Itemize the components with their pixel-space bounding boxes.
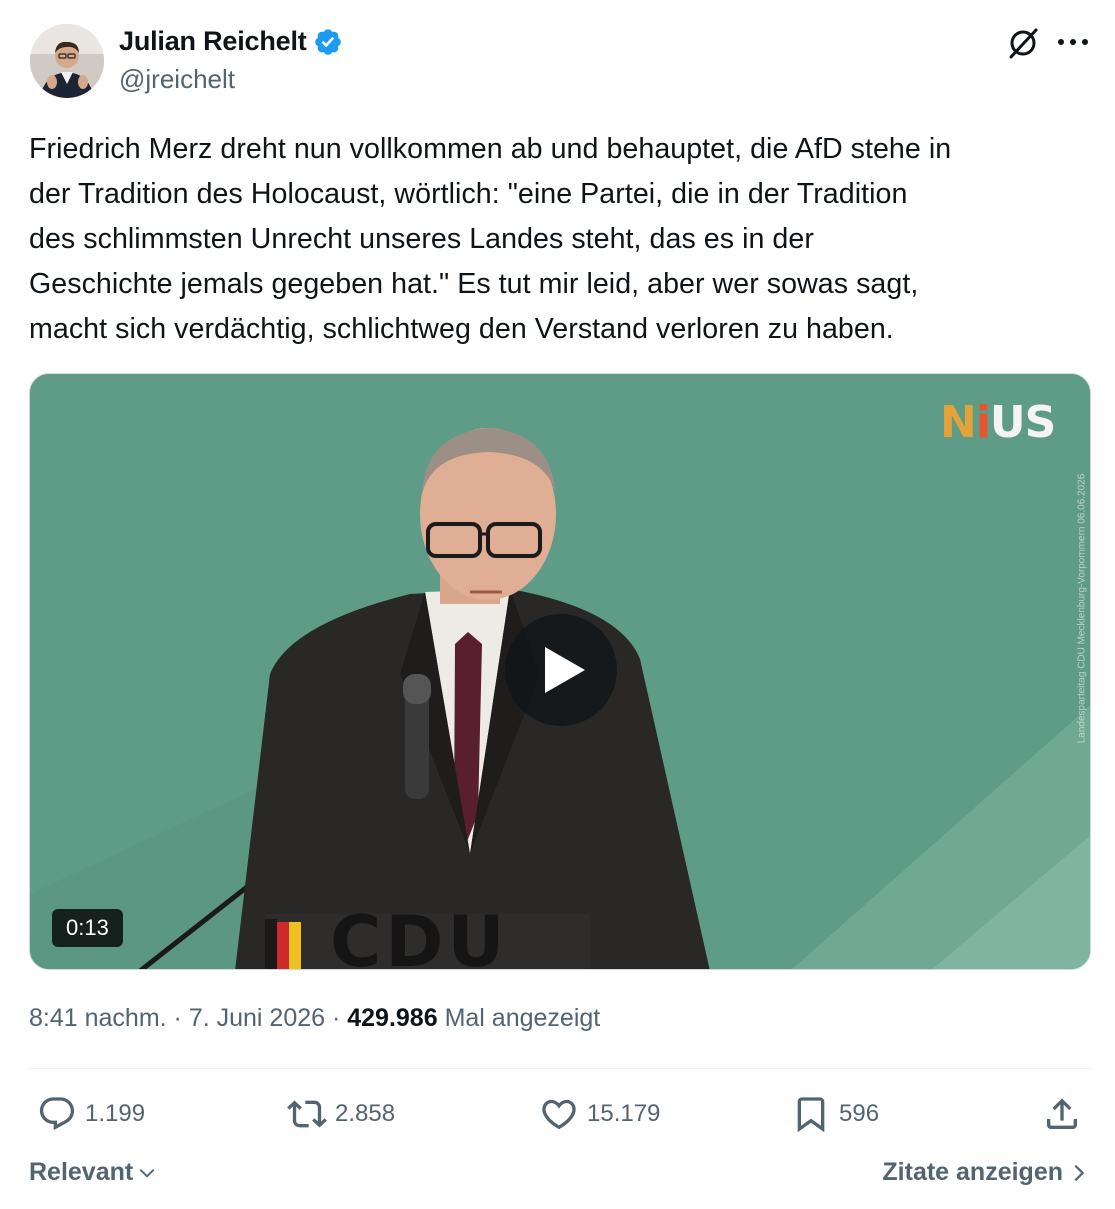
views-label: Mal angezeigt [444,1004,601,1032]
video-duration: 0:13 [52,909,123,947]
repost-count: 2.858 [335,1100,396,1127]
sort-label: Relevant [29,1158,134,1186]
share-button[interactable] [1042,1094,1082,1134]
avatar[interactable] [30,24,104,98]
author-name[interactable]: Julian Reichelt [119,26,307,57]
play-button[interactable] [505,614,617,726]
video-player[interactable]: CDU Ni US Landesparteitag CDU Mecklenburg… [29,373,1091,970]
bookmark-button[interactable]: 596 [791,1094,879,1134]
more-options-icon[interactable] [1058,36,1088,48]
chevron-down-icon [139,1168,155,1178]
person-avatar-photo [30,24,104,98]
verified-badge-icon [314,28,341,55]
podium-cdu-text: CDU [330,901,508,970]
author-name-row[interactable]: Julian Reichelt [119,26,343,57]
heart-icon [542,1099,576,1130]
quotes-label: Zitate anzeigen [882,1158,1063,1186]
tweet-date[interactable]: 7. Juni 2026 [189,1004,325,1033]
bookmark-icon [797,1097,825,1133]
nius-logo: Ni US [940,397,1056,448]
author-handle[interactable]: @jreichelt [119,64,235,95]
repost-icon [287,1100,327,1128]
view-quotes-link[interactable]: Zitate anzeigen [882,1158,1087,1187]
sort-dropdown[interactable]: Relevant [29,1158,157,1187]
reply-count: 1.199 [85,1100,146,1127]
tweet-meta: 8:41 nachm. · 7. Juni 2026 · 429.986 Mal… [29,1004,600,1033]
view-count: 429.986 [347,1004,438,1032]
video-watermark: Landesparteitag CDU Mecklenburg-Vorpomme… [1076,473,1088,743]
bookmark-count: 596 [839,1100,880,1127]
reply-icon [39,1097,75,1131]
like-button[interactable]: 15.179 [539,1094,660,1134]
share-icon [1047,1098,1077,1129]
chevron-right-icon [1074,1164,1085,1181]
divider [29,1068,1091,1069]
meta-space [438,1004,445,1033]
grok-icon[interactable] [1006,26,1040,60]
tweet-time[interactable]: 8:41 nachm. [29,1004,167,1033]
meta-separator: · [166,1004,189,1032]
tweet-text: Friedrich Merz dreht nun vollkommen ab u… [29,133,952,345]
play-icon [545,647,585,693]
reply-button[interactable]: 1.199 [37,1094,145,1134]
repost-button[interactable]: 2.858 [287,1094,395,1134]
like-count: 15.179 [587,1100,661,1127]
meta-separator: · [325,1004,348,1032]
